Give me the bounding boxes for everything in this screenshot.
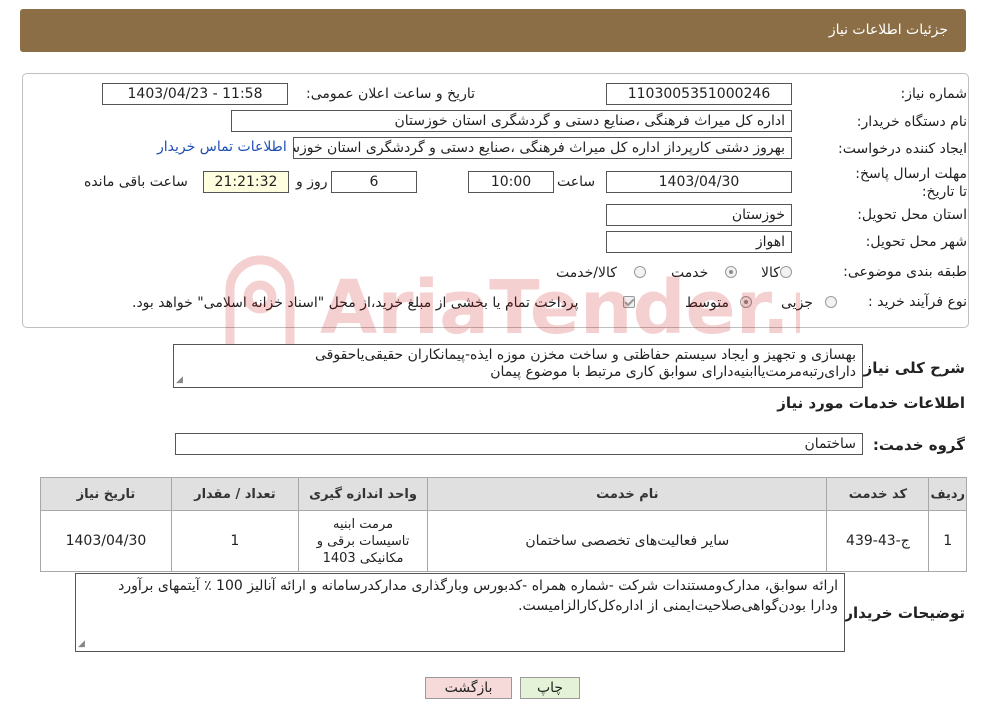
col-unit: واحد اندازه گیری [297,477,429,511]
summary-line-1: بهسازی و تجهیز و ایجاد سیستم حفاظتی و سا… [315,347,856,363]
services-section-title: اطلاعات خدمات مورد نیاز [777,394,965,412]
days-remaining-field[interactable]: 6 [331,171,417,193]
table-row[interactable]: 1 ج-43-439 سایر فعالیت‌های تخصصی ساختمان… [40,510,967,572]
page-title: جزئیات اطلاعات نیاز [828,22,948,38]
services-table: ردیف کد خدمت نام خدمت واحد اندازه گیری ت… [40,477,967,572]
table-header-row: ردیف کد خدمت نام خدمت واحد اندازه گیری ت… [40,477,967,511]
purchase-type-label: نوع فرآیند خرید : [868,294,967,310]
deadline-time-label: ساعت [557,174,596,190]
purchase-medium-radio[interactable] [740,296,752,308]
deadline-time-field[interactable]: 10:00 [468,171,554,193]
purchase-minor-label: جزیی [781,295,813,311]
announce-date-field[interactable]: 1403/04/23 - 11:58 [102,83,288,105]
col-name: نام خدمت [427,477,828,511]
requester-field[interactable]: بهروز دشتی کارپرداز اداره کل میراث فرهنگ… [293,137,792,159]
buyer-notes-line-2: ودارا بودن‌گواهی‌صلاحیت‌ایمنی از اداره‌ک… [518,598,838,614]
deadline-label: مهلت ارسال پاسخ: تا تاریخ: [855,166,967,200]
days-label: روز و [296,174,328,190]
category-goods-service-radio[interactable] [634,266,646,278]
category-label: طبقه بندی موضوعی: [843,264,967,280]
service-group-label: گروه خدمت: [872,436,965,454]
buyer-notes-textarea[interactable]: ارائه سوابق، مدارک‌ومستندات شرکت -شماره … [75,573,845,652]
province-field[interactable]: خوزستان [606,204,792,226]
province-label: استان محل تحویل: [857,207,967,223]
col-index: ردیف [928,477,967,511]
category-service-label: خدمت [671,265,709,281]
buyer-org-label: نام دستگاه خریدار: [856,114,967,130]
row-unit: مرمت ابنیه تاسیسات برقی و مکانیکی 1403 [297,510,429,572]
col-qty: تعداد / مقدار [170,477,299,511]
col-code: کد خدمت [826,477,930,511]
announce-date-label: تاریخ و ساعت اعلان عمومی: [306,86,475,102]
page-header: جزئیات اطلاعات نیاز [20,9,966,52]
buyer-org-field[interactable]: اداره کل میراث فرهنگی ،صنایع دستی و گردش… [231,110,792,132]
payment-note: پرداخت تمام یا بخشی از مبلغ خرید،از محل … [132,295,579,311]
row-code: ج-43-439 [826,510,930,572]
city-label: شهر محل تحویل: [865,234,967,250]
row-index: 1 [928,510,967,572]
remaining-time-field: 21:21:32 [203,171,289,193]
service-group-field[interactable]: ساختمان [175,433,863,455]
col-date: تاریخ نیاز [40,477,172,511]
summary-label: شرح کلی نیاز: [857,359,965,377]
buyer-contact-link[interactable]: اطلاعات تماس خریدار [157,139,287,155]
summary-line-2: دارای‌رتبه‌مرمت‌یاابنیه‌دارای سوابق کاری… [490,364,856,380]
print-button[interactable]: چاپ [520,677,580,699]
purchase-minor-radio[interactable] [825,296,837,308]
remaining-time-label: ساعت باقی مانده [84,174,188,190]
need-number-field[interactable]: 1103005351000246 [606,83,792,105]
need-number-label: شماره نیاز: [900,86,968,102]
buyer-notes-line-1: ارائه سوابق، مدارک‌ومستندات شرکت -شماره … [118,578,838,594]
category-goods-service-label: کالا/خدمت [556,265,617,281]
category-goods-label: کالا [761,265,780,281]
buyer-notes-label: توضیحات خریدار: [838,604,965,622]
requester-label: ایجاد کننده درخواست: [838,141,967,157]
category-service-radio[interactable] [725,266,737,278]
resize-grip-icon[interactable]: ◢ [78,640,87,649]
row-date: 1403/04/30 [40,510,172,572]
category-goods-radio[interactable] [780,266,792,278]
city-field[interactable]: اهواز [606,231,792,253]
purchase-medium-label: متوسط [685,295,729,311]
summary-textarea[interactable]: بهسازی و تجهیز و ایجاد سیستم حفاظتی و سا… [173,344,863,388]
treasury-checkbox[interactable] [623,296,635,308]
back-button[interactable]: بازگشت [425,677,512,699]
row-name: سایر فعالیت‌های تخصصی ساختمان [427,510,828,572]
deadline-date-field[interactable]: 1403/04/30 [606,171,792,193]
row-qty: 1 [170,510,299,572]
resize-grip-icon[interactable]: ◢ [176,376,185,385]
